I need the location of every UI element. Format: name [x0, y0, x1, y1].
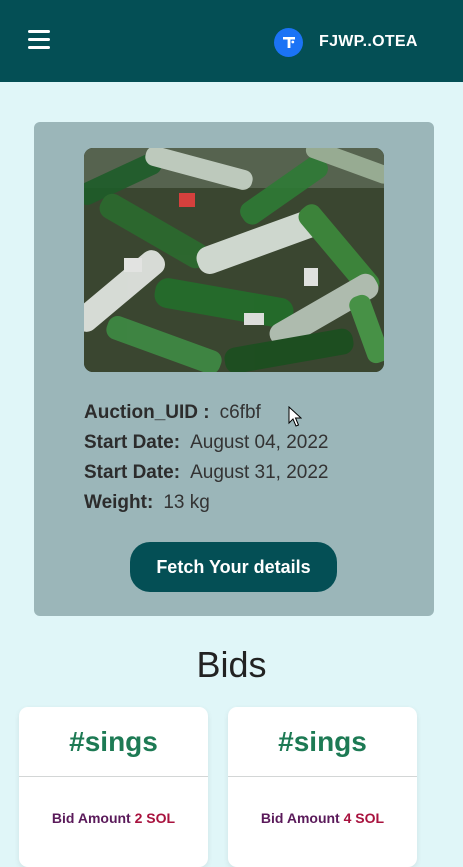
mouse-cursor-icon: [288, 406, 302, 427]
wallet-button[interactable]: FJWP..OTEA: [274, 27, 418, 57]
auction-uid-label: Auction_UID :: [84, 402, 210, 423]
end-date-row: Start Date: August 31, 2022: [84, 462, 404, 492]
bid-amount-value: 4 SOL: [343, 810, 385, 826]
weight-row: Weight: 13 kg: [84, 492, 404, 522]
wallet-t-icon: [274, 27, 303, 57]
auction-uid-value: c6fbf: [219, 402, 261, 423]
bid-amount: Bid Amount 4 SOL: [228, 810, 417, 826]
auction-details: Auction_UID : c6fbf Start Date: August 04,…: [84, 402, 404, 522]
bid-tag: #sings: [228, 707, 417, 777]
bid-amount: Bid Amount 2 SOL: [19, 810, 208, 826]
bid-amount-label: Bid Amount: [51, 810, 131, 826]
start-date-value: August 04, 2022: [190, 432, 329, 453]
start-date-row: Start Date: August 04, 2022: [84, 432, 404, 462]
weight-label: Weight:: [84, 492, 154, 513]
bid-card[interactable]: #sings Bid Amount 2 SOL: [19, 707, 208, 867]
bid-card[interactable]: #sings Bid Amount 4 SOL: [228, 707, 417, 867]
bids-heading: Bids: [196, 644, 267, 685]
bid-amount-value: 2 SOL: [134, 810, 176, 826]
top-navbar: FJWP..OTEA: [0, 0, 463, 82]
start-date-label: Start Date:: [84, 432, 181, 453]
hamburger-menu-icon[interactable]: [24, 30, 54, 54]
auction-uid-row: Auction_UID : c6fbf: [84, 402, 404, 432]
bid-tag: #sings: [19, 707, 208, 777]
end-date-value: August 31, 2022: [190, 462, 329, 483]
auction-card: Auction_UID : c6fbf Start Date: August 04,…: [34, 122, 434, 616]
weight-value: 13 kg: [163, 492, 210, 513]
fetch-details-button[interactable]: Fetch Your details: [130, 542, 337, 592]
end-date-label: Start Date:: [84, 462, 181, 483]
glass-bottles-photo: [84, 148, 384, 372]
bid-amount-label: Bid Amount: [260, 810, 340, 826]
wallet-address: FJWP..OTEA: [319, 33, 418, 50]
